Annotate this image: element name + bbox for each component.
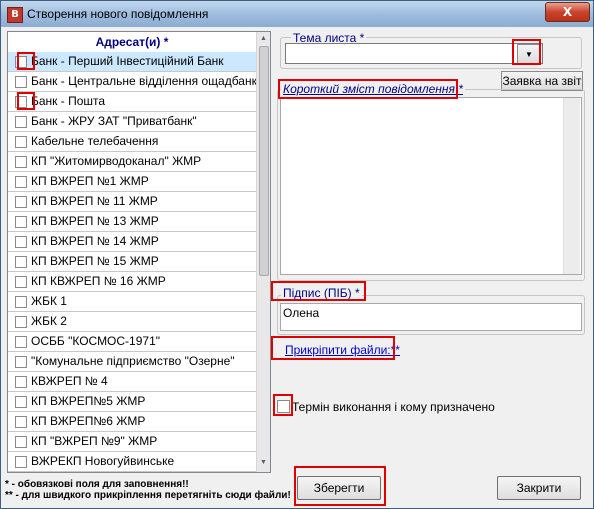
recipient-label: КП "Житомирводоканал" ЖМР xyxy=(31,154,202,168)
summary-textarea[interactable] xyxy=(280,97,582,275)
deadline-checkbox-label: Термін виконання і кому призначено xyxy=(292,400,495,414)
recipient-checkbox[interactable] xyxy=(15,316,27,328)
recipient-label: Банк - Перший Інвестиційний Банк xyxy=(31,54,224,68)
list-item[interactable]: Банк - Центральне відділення ощадбанк xyxy=(8,72,256,92)
window-title: Створення нового повідомлення xyxy=(27,7,209,21)
recipients-header: Адресат(и) * xyxy=(95,35,169,49)
recipient-checkbox[interactable] xyxy=(15,396,27,408)
list-item[interactable]: ВЖРЕКП Новогуйвинське xyxy=(8,452,256,472)
recipient-label: КП ВЖРЕП №1 ЖМР xyxy=(31,174,149,188)
recipient-checkbox[interactable] xyxy=(15,436,27,448)
recipient-label: ВЖРЕКП Новогуйвинське xyxy=(31,454,175,468)
scroll-up-icon[interactable]: ▲ xyxy=(259,34,268,44)
recipient-label: ЖБК 2 xyxy=(31,314,67,328)
annotation-highlight xyxy=(512,39,541,65)
annotation-highlight xyxy=(271,281,366,301)
summary-scrollbar[interactable] xyxy=(563,98,580,274)
recipient-label: КВЖРЕП № 4 xyxy=(31,374,108,388)
subject-combobox[interactable] xyxy=(285,43,543,64)
recipient-label: КП "ВЖРЕП №9" ЖМР xyxy=(31,434,158,448)
recipient-checkbox[interactable] xyxy=(15,456,27,468)
message-dialog: В Створення нового повідомлення X Адреса… xyxy=(0,0,594,509)
recipient-checkbox[interactable] xyxy=(15,256,27,268)
recipient-label: КП ВЖРЕП № 14 ЖМР xyxy=(31,234,159,248)
recipient-checkbox[interactable] xyxy=(15,296,27,308)
recipient-checkbox[interactable] xyxy=(15,336,27,348)
list-item[interactable]: КВЖРЕП № 4 xyxy=(8,372,256,392)
title-bar[interactable]: В Створення нового повідомлення X xyxy=(1,1,593,27)
recipient-label: "Комунальне підприємство "Озерне" xyxy=(31,354,235,368)
list-item[interactable]: КП "ВЖРЕП №9" ЖМР xyxy=(8,432,256,452)
list-item[interactable]: КП "Житомирводоканал" ЖМР xyxy=(8,152,256,172)
recipient-label: КП ВЖРЕП№5 ЖМР xyxy=(31,394,146,408)
list-item[interactable]: ЖБК 2 xyxy=(8,312,256,332)
annotation-highlight xyxy=(271,336,395,360)
list-item[interactable]: КП ВЖРЕП № 14 ЖМР xyxy=(8,232,256,252)
annotation-highlight xyxy=(294,466,386,506)
recipient-checkbox[interactable] xyxy=(15,416,27,428)
recipient-checkbox[interactable] xyxy=(15,376,27,388)
list-item[interactable]: Банк - ЖРУ ЗАТ "Приватбанк" xyxy=(8,112,256,132)
annotation-highlight xyxy=(273,394,293,416)
required-fields-legend: * - обовязкові поля для заповнення!! ** … xyxy=(5,479,291,501)
recipient-label: КП ВЖРЕП № 15 ЖМР xyxy=(31,254,159,268)
list-item[interactable]: ОСББ "КОСМОС-1971" xyxy=(8,332,256,352)
recipient-checkbox[interactable] xyxy=(15,116,27,128)
recipient-label: КП ВЖРЕП № 11 ЖМР xyxy=(31,194,158,208)
recipient-label: Банк - Пошта xyxy=(31,94,106,108)
recipient-checkbox[interactable] xyxy=(15,216,27,228)
annotation-highlight xyxy=(278,79,458,99)
list-item[interactable]: "Комунальне підприємство "Озерне" xyxy=(8,352,256,372)
recipient-label: ЖБК 1 xyxy=(31,294,67,308)
close-button[interactable]: Закрити xyxy=(497,476,581,500)
list-item[interactable]: КП ВЖРЕП № 13 ЖМР xyxy=(8,212,256,232)
annotation-highlight xyxy=(17,52,35,70)
signature-input[interactable]: Олена xyxy=(280,303,582,331)
recipients-panel: Адресат(и) * Банк - Перший Інвестиційний… xyxy=(7,31,271,473)
list-item[interactable]: КП ВЖРЕП№5 ЖМР xyxy=(8,392,256,412)
recipient-checkbox[interactable] xyxy=(15,76,27,88)
recipient-checkbox[interactable] xyxy=(15,156,27,168)
recipient-checkbox[interactable] xyxy=(15,276,27,288)
legend-line-attach: ** - для швидкого прикріплення перетягні… xyxy=(5,490,291,501)
recipient-checkbox[interactable] xyxy=(15,176,27,188)
legend-line-required: * - обовязкові поля для заповнення!! xyxy=(5,479,189,490)
recipient-label: КП ВЖРЕП№6 ЖМР xyxy=(31,414,146,428)
scroll-down-icon[interactable]: ▼ xyxy=(259,458,268,468)
recipient-checkbox[interactable] xyxy=(15,356,27,368)
recipient-label: Кабельне телебачення xyxy=(31,134,159,148)
list-item[interactable]: КП ВЖРЕП№6 ЖМР xyxy=(8,412,256,432)
list-item[interactable]: КП ВЖРЕП № 15 ЖМР xyxy=(8,252,256,272)
recipient-checkbox[interactable] xyxy=(15,136,27,148)
recipient-label: Банк - ЖРУ ЗАТ "Приватбанк" xyxy=(31,114,197,128)
scroll-thumb[interactable] xyxy=(259,46,269,276)
recipient-checkbox[interactable] xyxy=(15,196,27,208)
recipient-checkbox[interactable] xyxy=(15,236,27,248)
list-item[interactable]: КП КВЖРЕП № 16 ЖМР xyxy=(8,272,256,292)
signature-value: Олена xyxy=(283,306,320,320)
list-item[interactable]: Банк - Пошта xyxy=(8,92,256,112)
recipients-list: Банк - Перший Інвестиційний Банк Банк - Ц… xyxy=(8,52,256,472)
close-window-button[interactable]: X xyxy=(545,2,590,22)
recipient-label: Банк - Центральне відділення ощадбанк xyxy=(31,74,256,88)
recipient-label: КП КВЖРЕП № 16 ЖМР xyxy=(31,274,166,288)
recipient-label: ОСББ "КОСМОС-1971" xyxy=(31,334,161,348)
list-item[interactable]: Кабельне телебачення xyxy=(8,132,256,152)
annotation-highlight xyxy=(17,92,35,110)
list-item[interactable]: Банк - Перший Інвестиційний Банк xyxy=(8,52,256,72)
recipient-label: КП ВЖРЕП № 13 ЖМР xyxy=(31,214,159,228)
app-icon: В xyxy=(7,7,23,23)
recipients-scrollbar[interactable]: ▲ ▼ xyxy=(256,32,270,472)
list-item[interactable]: КП ВЖРЕП №1 ЖМР xyxy=(8,172,256,192)
request-report-button[interactable]: Заявка на звіт xyxy=(501,71,583,91)
list-item[interactable]: ЖБК 1 xyxy=(8,292,256,312)
list-item[interactable]: КП ВЖРЕП № 11 ЖМР xyxy=(8,192,256,212)
